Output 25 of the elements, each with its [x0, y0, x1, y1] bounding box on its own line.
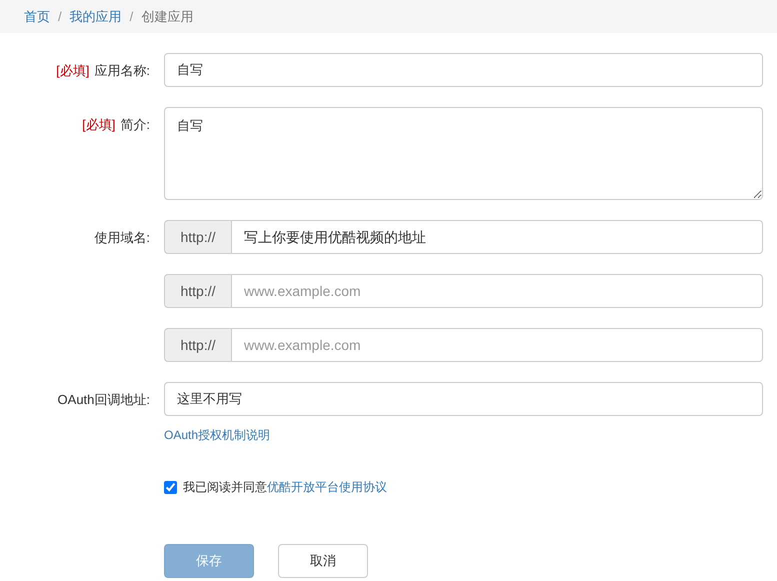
field-label: OAuth回调地址: [58, 392, 150, 407]
breadcrumb-link[interactable]: 我的应用 [70, 6, 122, 26]
field-label: 应用名称: [94, 63, 150, 78]
prefix-label: http:// [164, 220, 232, 254]
agree-checkbox[interactable] [164, 480, 177, 494]
breadcrumb-current: 创建应用 [141, 8, 194, 26]
breadcrumb-link[interactable]: 首页 [24, 6, 50, 26]
agreement-link[interactable]: 优酷开放平台使用协议 [267, 480, 387, 494]
breadcrumb-separator: / [130, 8, 134, 26]
breadcrumb-separator: / [58, 8, 62, 26]
cancel-button[interactable]: 取消 [278, 544, 368, 578]
required-tag: [必填] [56, 63, 90, 78]
domain-field[interactable]: 写上你要使用优酷视频的地址 [232, 220, 763, 254]
prefix-label: http:// [164, 328, 232, 362]
prefix-label: http:// [164, 274, 232, 308]
domain-field[interactable]: www.example.com [232, 328, 763, 362]
name-field[interactable]: 自写 [164, 53, 763, 87]
domain-field[interactable]: www.example.com [232, 274, 763, 308]
field-label: 简介: [120, 117, 150, 132]
help-link[interactable]: OAuth授权机制说明 [164, 426, 270, 444]
callback-field[interactable]: 这里不用写 [164, 382, 763, 416]
required-tag: [必填] [82, 117, 116, 132]
intro-field[interactable]: 自写 [164, 107, 763, 200]
agreement-text: 我已阅读并同意优酷开放平台使用协议 [183, 479, 387, 496]
field-label: 使用域名: [94, 230, 150, 245]
